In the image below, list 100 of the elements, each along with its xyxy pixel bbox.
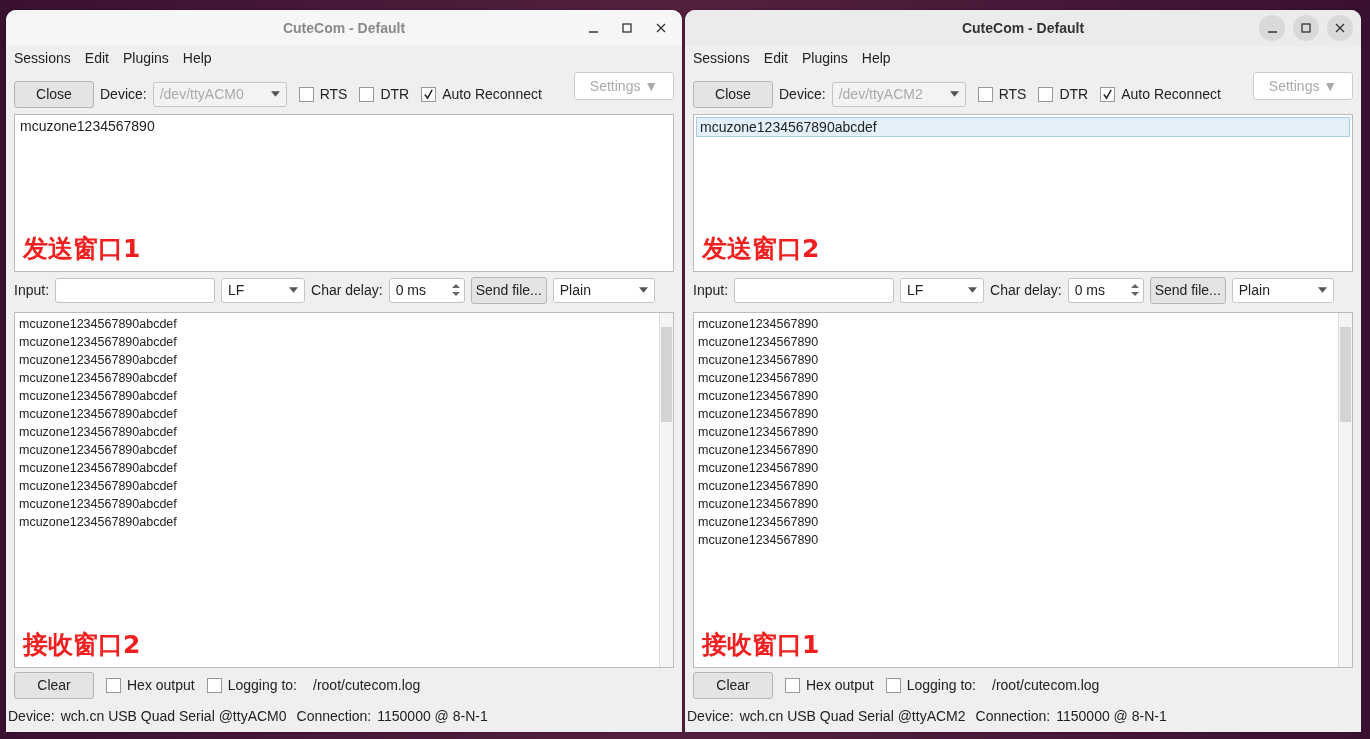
checkbox[interactable] [298, 86, 314, 102]
char-delay-spinbox[interactable]: 0 ms [388, 277, 465, 303]
checkbox[interactable] [421, 86, 437, 102]
menu-item[interactable]: Plugins [122, 50, 169, 68]
output-line: mcuzone1234567890abcdef [19, 478, 178, 495]
dropdown-caret-icon [949, 91, 959, 97]
status-connection: 1150000 @ 8-N-1 [1056, 708, 1167, 724]
dropdown-caret-icon [1317, 287, 1327, 293]
format-dropdown[interactable]: Plain [552, 277, 655, 303]
scrollbar[interactable] [659, 313, 673, 667]
checkbox[interactable] [206, 677, 222, 693]
input-field[interactable] [734, 277, 895, 303]
input-label: Input: [693, 282, 729, 298]
checkbox-label[interactable]: RTS [319, 86, 348, 102]
char-delay-spinbox[interactable]: 0 ms [1067, 277, 1144, 303]
window-title: CuteCom - Default [961, 20, 1085, 36]
log-path: /root/cutecom.log [992, 677, 1100, 693]
output-line: mcuzone1234567890 [698, 388, 820, 405]
status-device: wch.cn USB Quad Serial @ttyACM0 [60, 708, 287, 724]
output-line: mcuzone1234567890abcdef [19, 496, 178, 513]
dropdown-caret-icon [968, 287, 978, 293]
annotation-label: 发送窗口1 [23, 233, 141, 265]
checkbox[interactable] [1100, 86, 1116, 102]
checkbox-label[interactable]: Auto Reconnect [1121, 86, 1221, 102]
checkbox[interactable] [106, 677, 121, 693]
clear-button[interactable]: Clear [693, 671, 773, 699]
device-label: Device: [100, 86, 147, 102]
menu-item[interactable]: Sessions [693, 50, 750, 68]
maximize-icon [1301, 23, 1311, 33]
menu-item[interactable]: Plugins [801, 50, 848, 68]
line-end-dropdown[interactable]: LF [221, 277, 306, 303]
output-line: mcuzone1234567890 [698, 442, 820, 459]
output-line: mcuzone1234567890 [698, 406, 820, 423]
clear-button[interactable]: Clear [14, 671, 94, 699]
checkbox[interactable] [359, 86, 375, 102]
checkbox[interactable] [977, 86, 993, 102]
close-port-button[interactable]: Close [14, 80, 94, 108]
checkbox-label[interactable]: Hex output [127, 677, 195, 693]
output-line: mcuzone1234567890 [698, 514, 820, 531]
checkbox-label[interactable]: Logging to: [227, 677, 297, 693]
annotation-label: 接收窗口1 [702, 629, 820, 661]
checkbox[interactable] [885, 677, 901, 693]
history-item[interactable]: mcuzone1234567890 [17, 117, 671, 135]
char-delay-label: Char delay: [311, 282, 383, 298]
close-port-button[interactable]: Close [693, 80, 773, 108]
output-line: mcuzone1234567890abcdef [19, 352, 178, 369]
window-title: CuteCom - Default [282, 20, 406, 36]
history-item[interactable]: mcuzone1234567890abcdef [696, 117, 1350, 137]
status-label: Connection: [296, 708, 372, 724]
minimize-icon [588, 31, 598, 33]
output-line: mcuzone1234567890abcdef [19, 460, 178, 477]
char-delay-label: Char delay: [990, 282, 1062, 298]
menu-item[interactable]: Edit [84, 50, 109, 68]
input-field[interactable] [55, 277, 216, 303]
line-end-dropdown[interactable]: LF [900, 277, 985, 303]
output-line: mcuzone1234567890abcdef [19, 406, 178, 423]
scrollbar[interactable] [1338, 313, 1352, 667]
dropdown-caret-icon [289, 287, 299, 293]
log-path: /root/cutecom.log [313, 677, 421, 693]
annotation-label: 发送窗口2 [702, 233, 820, 265]
annotation-label: 接收窗口2 [23, 629, 141, 661]
output-line: mcuzone1234567890 [698, 424, 820, 441]
menu-item[interactable]: Help [861, 50, 891, 68]
menu-item[interactable]: Edit [763, 50, 788, 68]
maximize-button[interactable] [1293, 15, 1319, 41]
output-line: mcuzone1234567890 [698, 460, 820, 477]
checkbox-label[interactable]: Hex output [806, 677, 874, 693]
menu-item[interactable]: Sessions [14, 50, 71, 68]
output-line: mcuzone1234567890abcdef [19, 316, 178, 333]
maximize-icon [622, 23, 632, 33]
close-icon [1335, 23, 1345, 33]
send-file-button[interactable]: Send file... [470, 276, 547, 304]
minimize-button[interactable] [1259, 15, 1285, 41]
output-line: mcuzone1234567890 [698, 316, 820, 333]
dropdown-caret-icon [638, 287, 648, 293]
output-line: mcuzone1234567890 [698, 496, 820, 513]
checkbox-label[interactable]: RTS [998, 86, 1027, 102]
output-line: mcuzone1234567890abcdef [19, 442, 178, 459]
spin-arrows-icon [1130, 282, 1139, 298]
output-line: mcuzone1234567890 [698, 478, 820, 495]
output-line: mcuzone1234567890 [698, 532, 820, 549]
output-line: mcuzone1234567890abcdef [19, 334, 178, 351]
checkbox-label[interactable]: Logging to: [906, 677, 976, 693]
checkbox-label[interactable]: DTR [380, 86, 410, 102]
menu-item[interactable]: Help [182, 50, 212, 68]
format-dropdown[interactable]: Plain [1231, 277, 1334, 303]
output-line: mcuzone1234567890abcdef [19, 424, 178, 441]
output-line: mcuzone1234567890 [698, 352, 820, 369]
send-file-button[interactable]: Send file... [1149, 276, 1226, 304]
checkbox[interactable] [1038, 86, 1054, 102]
close-window-button[interactable] [1327, 15, 1353, 41]
output-line: mcuzone1234567890 [698, 370, 820, 387]
checkbox-label[interactable]: Auto Reconnect [442, 86, 542, 102]
input-label: Input: [14, 282, 50, 298]
status-label: Connection: [975, 708, 1051, 724]
close-icon [656, 23, 666, 33]
spin-arrows-icon [451, 282, 460, 298]
checkbox[interactable] [785, 677, 800, 693]
checkbox-label[interactable]: DTR [1059, 86, 1089, 102]
dropdown-caret-icon [270, 91, 280, 97]
